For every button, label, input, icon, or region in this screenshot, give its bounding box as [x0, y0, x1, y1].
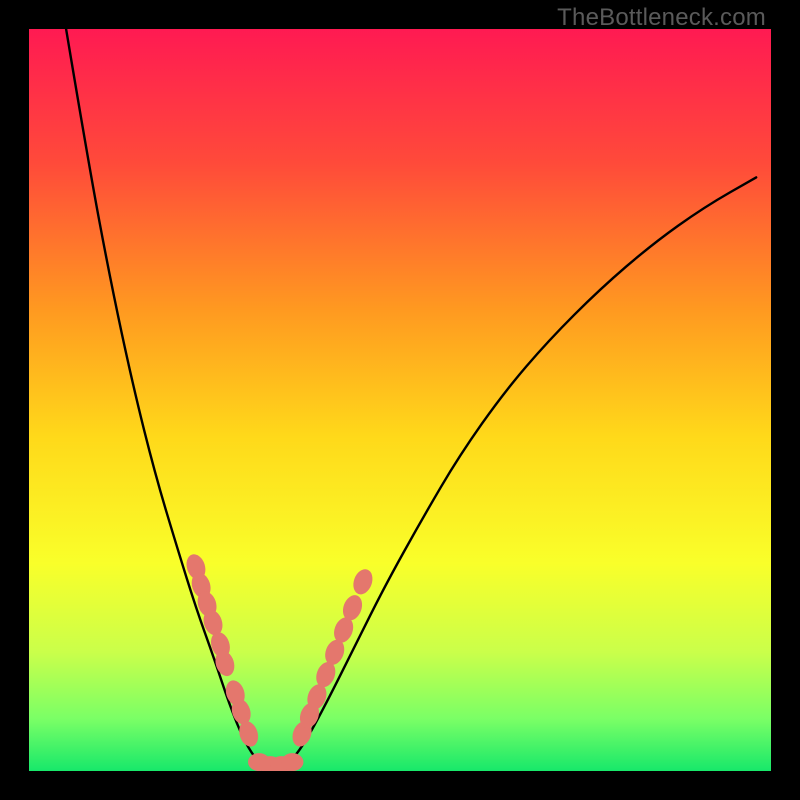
chart-frame: [29, 29, 771, 771]
bottleneck-plot: [29, 29, 771, 771]
highlight-dot: [281, 753, 303, 771]
gradient-background: [29, 29, 771, 771]
watermark-text: TheBottleneck.com: [557, 4, 766, 32]
